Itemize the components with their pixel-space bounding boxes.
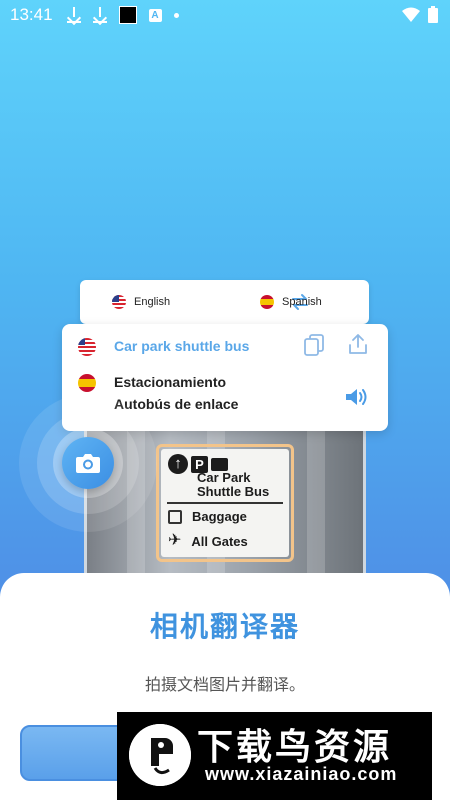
spain-flag-icon — [78, 374, 96, 392]
watermark: 下载鸟资源 www.xiazainiao.com — [117, 712, 432, 800]
arrow-up-icon: ↑ — [168, 454, 188, 474]
battery-icon — [428, 6, 438, 23]
translated-text: Estacionamiento Autobús de enlace — [114, 371, 238, 415]
speaker-icon[interactable] — [344, 386, 370, 408]
download-icon — [66, 7, 81, 23]
camera-button[interactable] — [62, 437, 114, 489]
airport-sign: ↑ P Car Park Shuttle Bus Baggage ✈ All G… — [161, 449, 289, 557]
language-selector: English Spanish — [80, 280, 369, 324]
copy-icon[interactable] — [304, 334, 324, 356]
sign-row-gates: All Gates — [191, 533, 248, 549]
bird-logo-icon — [129, 724, 191, 786]
bus-icon — [211, 457, 228, 471]
target-language[interactable]: Spanish — [260, 280, 322, 324]
source-text: Car park shuttle bus — [114, 338, 250, 354]
us-flag-icon — [78, 338, 96, 356]
share-icon[interactable] — [348, 333, 368, 355]
watermark-title: 下载鸟资源 — [197, 727, 393, 768]
sign-row-baggage: Baggage — [192, 509, 247, 524]
black-square-icon — [118, 6, 137, 24]
camera-icon — [76, 454, 100, 473]
dot-icon — [173, 12, 179, 18]
status-time: 13:41 — [10, 5, 53, 24]
source-language-label: English — [134, 296, 171, 308]
spain-flag-icon — [260, 295, 274, 309]
wifi-icon — [402, 7, 420, 22]
baggage-icon — [168, 509, 182, 524]
status-bar: 13:41 A — [0, 0, 450, 30]
sheet-title: 相机翻译器 — [149, 611, 300, 642]
a-icon: A — [148, 8, 162, 22]
source-language[interactable]: English — [112, 280, 170, 324]
target-language-label: Spanish — [282, 296, 322, 308]
sign-line1: Car Park — [197, 470, 251, 485]
translated-line1: Estacionamiento — [114, 374, 227, 390]
sheet-subtitle: 拍摄文档图片并翻译。 — [144, 677, 305, 694]
us-flag-icon — [112, 295, 126, 309]
plane-icon: ✈ — [168, 532, 182, 549]
watermark-url: www.xiazainiao.com — [205, 764, 398, 784]
download-icon — [92, 7, 107, 23]
sign-line2: Shuttle Bus — [197, 484, 270, 499]
sign-divider — [167, 502, 283, 504]
